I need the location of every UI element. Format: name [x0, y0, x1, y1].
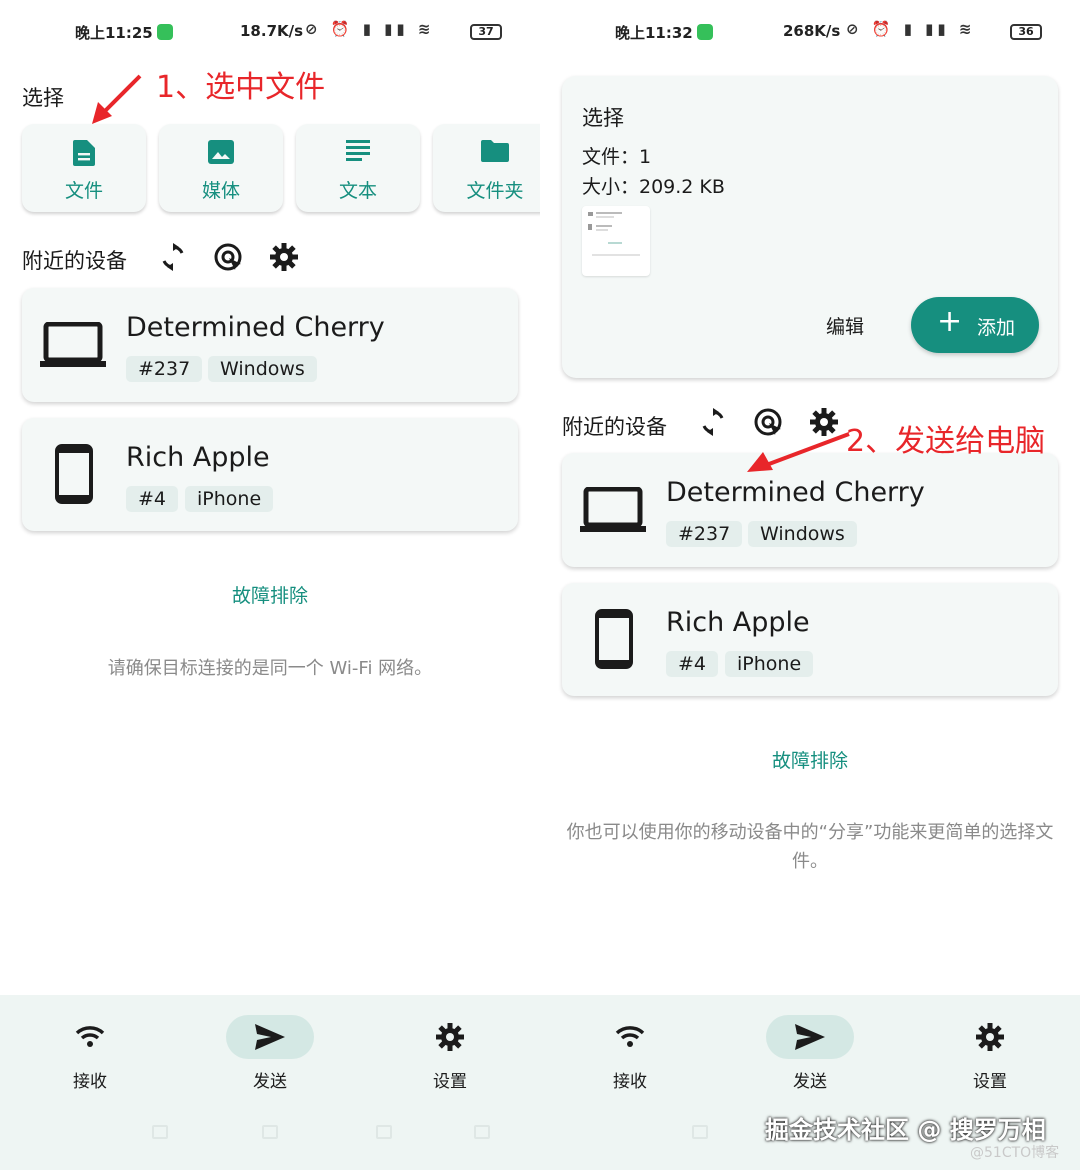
- refresh-icon[interactable]: [700, 408, 726, 440]
- device-name: Determined Cherry: [126, 312, 385, 343]
- status-time: 晚上11:32: [615, 24, 693, 42]
- device-id-tag: #237: [666, 521, 743, 547]
- category-folder-button[interactable]: 文件夹: [433, 124, 540, 212]
- device-id-tag: #237: [126, 356, 203, 382]
- system-back-button[interactable]: [376, 1125, 392, 1139]
- battery-indicator: 37: [470, 24, 502, 40]
- nav-label: 发送: [793, 1072, 827, 1092]
- device-id-tag: #4: [126, 486, 179, 512]
- text-icon: [346, 140, 370, 167]
- system-menu-button[interactable]: [692, 1125, 708, 1139]
- status-time: 晚上11:25: [75, 24, 153, 42]
- app-notification-icon: [157, 24, 173, 40]
- add-button[interactable]: + 添加: [911, 297, 1039, 353]
- scan-target-icon[interactable]: [214, 243, 244, 277]
- nav-label: 接收: [613, 1072, 647, 1092]
- category-media-button[interactable]: 媒体: [159, 124, 283, 212]
- wifi-icon: [615, 1026, 645, 1047]
- nav-receive[interactable]: 接收: [570, 1015, 690, 1092]
- device-card-rich-apple[interactable]: Rich Apple #4 iPhone: [22, 418, 518, 531]
- category-file-button[interactable]: 文件: [22, 124, 146, 212]
- system-menu-button[interactable]: [152, 1125, 168, 1139]
- laptop-icon: [580, 486, 646, 537]
- wifi-icon: [75, 1026, 105, 1047]
- selection-title: 选择: [582, 106, 624, 130]
- annotation-arrow: [92, 74, 142, 124]
- device-card-rich-apple[interactable]: Rich Apple #4 iPhone: [562, 583, 1058, 696]
- wifi-hint-text: 请确保目标连接的是同一个 Wi-Fi 网络。: [107, 658, 433, 679]
- nav-label: 发送: [253, 1072, 287, 1092]
- edit-button[interactable]: 编辑: [826, 312, 864, 339]
- device-os-tag: iPhone: [725, 651, 814, 677]
- phone-icon: [595, 609, 633, 673]
- device-id-tag: #4: [666, 651, 719, 677]
- add-button-label: 添加: [977, 317, 1016, 339]
- nav-label: 设置: [973, 1072, 1007, 1092]
- system-home-button[interactable]: [262, 1125, 278, 1139]
- bottom-nav: 接收 发送 设置: [0, 995, 540, 1170]
- network-speed: 18.7K/s: [240, 22, 304, 40]
- network-speed: 268K/s: [783, 22, 841, 40]
- refresh-icon[interactable]: [160, 243, 186, 275]
- share-hint-text: 你也可以使用你的移动设备中的“分享”功能来更简单的选择文件。: [566, 822, 1054, 872]
- device-card-determined-cherry[interactable]: Determined Cherry #237 Windows: [22, 288, 518, 402]
- nearby-devices-label: 附近的设备: [22, 249, 127, 273]
- troubleshoot-link[interactable]: 故障排除: [0, 581, 540, 608]
- folder-icon: [481, 140, 509, 167]
- annotation-select-file: 1、选中文件: [156, 70, 326, 105]
- status-bar: 晚上11:25 18.7K/s ⊘ ⏰ ▮ ▮▮ ≋ 37: [0, 18, 540, 48]
- nav-receive[interactable]: 接收: [30, 1015, 150, 1092]
- plus-icon: +: [937, 304, 963, 339]
- annotation-arrow: [747, 432, 850, 472]
- status-icons: ⊘ ⏰ ▮ ▮▮ ≋: [846, 20, 976, 38]
- nav-send[interactable]: 发送: [750, 1015, 870, 1092]
- nav-label: 设置: [433, 1072, 467, 1092]
- selection-size: 大小：209.2 KB: [582, 176, 725, 198]
- system-extra-button[interactable]: [474, 1125, 490, 1139]
- category-label: 媒体: [201, 180, 240, 202]
- category-label: 文本: [338, 180, 377, 202]
- device-os-tag: iPhone: [185, 486, 274, 512]
- annotation-send-to-pc: 2、发送给电脑: [846, 424, 1046, 459]
- nav-label: 接收: [73, 1072, 107, 1092]
- device-name: Rich Apple: [126, 442, 270, 473]
- select-label: 选择: [22, 86, 64, 110]
- nav-send[interactable]: 发送: [210, 1015, 330, 1092]
- gear-icon: [976, 1023, 1004, 1051]
- laptop-icon: [40, 321, 106, 372]
- selected-file-thumbnail[interactable]: [582, 206, 650, 276]
- device-name: Rich Apple: [666, 607, 810, 638]
- nearby-devices-label: 附近的设备: [562, 415, 667, 439]
- battery-indicator: 36: [1010, 24, 1042, 40]
- troubleshoot-link[interactable]: 故障排除: [540, 746, 1080, 773]
- category-text-button[interactable]: 文本: [296, 124, 420, 212]
- watermark-small: @51CTO博客: [970, 1145, 1060, 1161]
- phone-icon: [55, 444, 93, 508]
- device-os-tag: Windows: [748, 521, 857, 547]
- gear-icon: [436, 1023, 464, 1051]
- file-icon: [73, 140, 95, 171]
- nav-settings[interactable]: 设置: [930, 1015, 1050, 1092]
- gear-icon[interactable]: [270, 243, 298, 275]
- status-bar: 晚上11:32 268K/s ⊘ ⏰ ▮ ▮▮ ≋ 36: [540, 18, 1080, 48]
- image-icon: [208, 140, 234, 169]
- selection-card: 选择 文件：1 大小：209.2 KB 编辑 + 添加: [562, 76, 1058, 378]
- category-label: 文件: [64, 180, 103, 202]
- nav-settings[interactable]: 设置: [390, 1015, 510, 1092]
- send-icon: [795, 1024, 825, 1050]
- device-name: Determined Cherry: [666, 477, 925, 508]
- selection-file-count: 文件：1: [582, 146, 652, 168]
- watermark: 掘金技术社区 @ 搜罗万相: [765, 1116, 1046, 1144]
- category-label: 文件夹: [466, 180, 524, 202]
- device-os-tag: Windows: [208, 356, 317, 382]
- left-screen: 晚上11:25 18.7K/s ⊘ ⏰ ▮ ▮▮ ≋ 37 选择 文件 媒体 文…: [0, 0, 540, 1170]
- status-icons: ⊘ ⏰ ▮ ▮▮ ≋: [305, 20, 435, 38]
- app-notification-icon: [697, 24, 713, 40]
- send-icon: [255, 1024, 285, 1050]
